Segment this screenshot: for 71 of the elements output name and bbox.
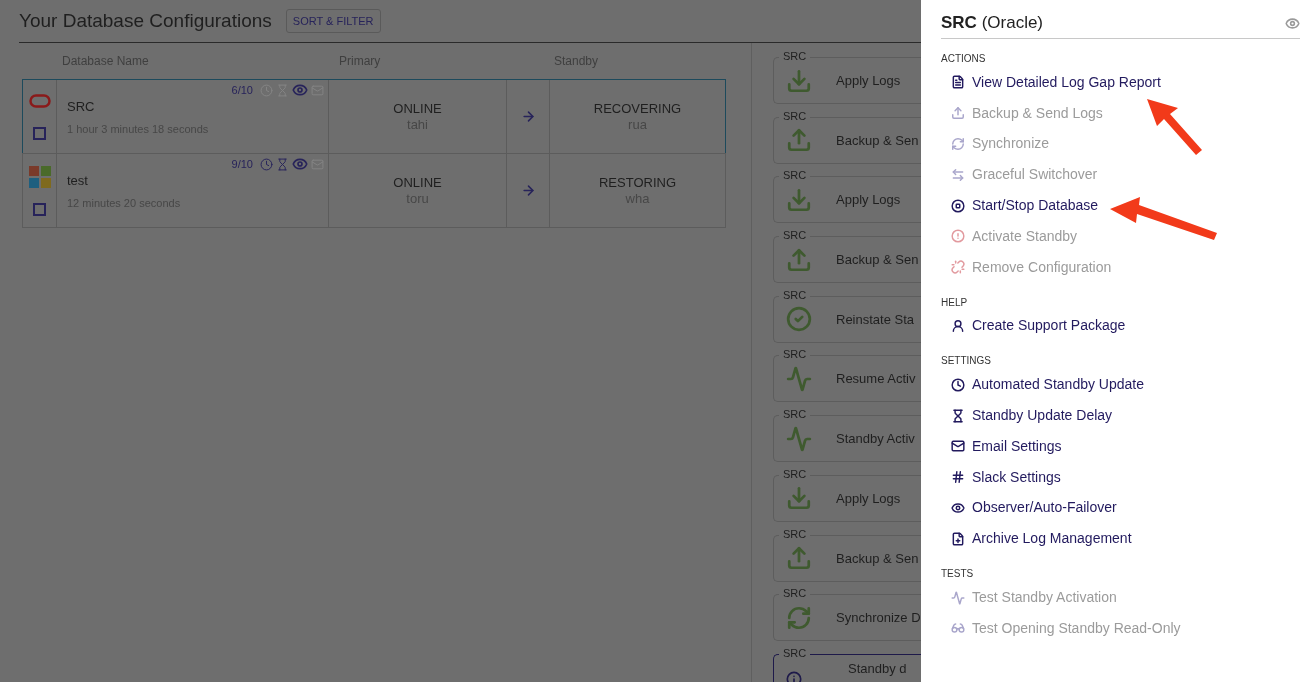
glasses-icon bbox=[951, 621, 965, 636]
file-plus-icon bbox=[951, 531, 965, 546]
activity-label: Backup & Sen bbox=[836, 132, 919, 148]
primary-status: ONLINE bbox=[393, 100, 442, 117]
checkbox[interactable] bbox=[33, 126, 46, 140]
section-heading: SETTINGS bbox=[941, 354, 992, 369]
info-icon bbox=[786, 670, 802, 682]
person-icon bbox=[951, 318, 965, 333]
download-tray-icon bbox=[786, 67, 812, 94]
sync-icon bbox=[951, 137, 965, 151]
swap-arrows-icon bbox=[951, 167, 965, 182]
menu-item[interactable]: View Detailed Log Gap Report bbox=[941, 67, 1300, 98]
right-arrow-icon bbox=[520, 183, 536, 198]
activity-label: Backup & Sen bbox=[836, 252, 919, 268]
checkbox[interactable] bbox=[33, 202, 46, 216]
annotation-arrow bbox=[1147, 99, 1202, 155]
activity-label: Resume Activ bbox=[836, 371, 916, 387]
standby-status: RECOVERING bbox=[593, 100, 682, 117]
sort-filter-button[interactable]: SORT & FILTER bbox=[285, 9, 381, 33]
menu-item[interactable]: Automated Standby Update bbox=[941, 369, 1300, 401]
download-tray-icon bbox=[786, 186, 812, 213]
section-heading: TESTS bbox=[941, 567, 975, 582]
activity-label: Standby Activ bbox=[836, 431, 915, 447]
upload-icon bbox=[786, 545, 812, 571]
activity-label: Apply Logs bbox=[836, 73, 901, 88]
check-circle-icon bbox=[786, 306, 812, 333]
database-name: SRC bbox=[67, 98, 96, 116]
activity-label: Standby d bbox=[848, 660, 907, 676]
download-tray-icon bbox=[786, 485, 812, 512]
menu-item[interactable]: Email Settings bbox=[941, 430, 1300, 462]
menu-item[interactable]: Observer/Auto-Failover bbox=[941, 492, 1300, 524]
broken-link-icon bbox=[951, 260, 965, 275]
score-text: 6/10 bbox=[231, 83, 253, 98]
eye-icon[interactable] bbox=[1285, 15, 1300, 31]
primary-status: ONLINE bbox=[393, 174, 442, 191]
pulse-icon bbox=[951, 590, 965, 605]
activity-label: Synchronize D bbox=[836, 610, 921, 626]
menu-item[interactable]: Slack Settings bbox=[941, 461, 1300, 493]
menu-item[interactable]: Standby Update Delay bbox=[941, 400, 1300, 431]
hourglass-icon bbox=[951, 408, 965, 423]
right-arrow-icon bbox=[520, 109, 536, 124]
sync-icon bbox=[786, 604, 812, 631]
mail-icon bbox=[951, 439, 965, 454]
activity-label: Reinstate Sta bbox=[836, 311, 915, 327]
stop-circle-icon bbox=[951, 198, 965, 213]
menu-item[interactable]: Archive Log Management bbox=[941, 523, 1300, 555]
drawer-title: SRC (Oracle) bbox=[941, 12, 1044, 35]
score-text: 9/10 bbox=[231, 157, 253, 172]
menu-item[interactable]: Create Support Package bbox=[941, 310, 1300, 342]
pulse-icon bbox=[786, 425, 812, 452]
hash-icon bbox=[951, 470, 965, 485]
activity-label: Apply Logs bbox=[836, 192, 901, 208]
section-heading: HELP bbox=[941, 295, 969, 310]
alert-icon bbox=[951, 229, 965, 244]
activity-label: Apply Logs bbox=[836, 490, 901, 506]
section-heading: ACTIONS bbox=[941, 52, 987, 66]
four-squares-logo-icon bbox=[28, 165, 51, 188]
upload-icon bbox=[786, 246, 812, 273]
source-tag: SRC bbox=[779, 49, 811, 63]
activity-label: Backup & Sen bbox=[836, 550, 919, 566]
oval-logo-icon bbox=[28, 93, 51, 108]
standby-status: RESTORING bbox=[598, 174, 677, 191]
menu-item[interactable]: Start/Stop Database bbox=[941, 190, 1300, 221]
eye-icon bbox=[951, 500, 965, 515]
clock-icon bbox=[951, 377, 965, 392]
page-title: Your Database Configurations bbox=[19, 8, 272, 33]
upload-icon bbox=[951, 106, 965, 121]
pulse-icon bbox=[786, 365, 812, 392]
database-name: test bbox=[67, 172, 89, 190]
upload-icon bbox=[786, 127, 812, 154]
document-icon bbox=[951, 75, 965, 90]
